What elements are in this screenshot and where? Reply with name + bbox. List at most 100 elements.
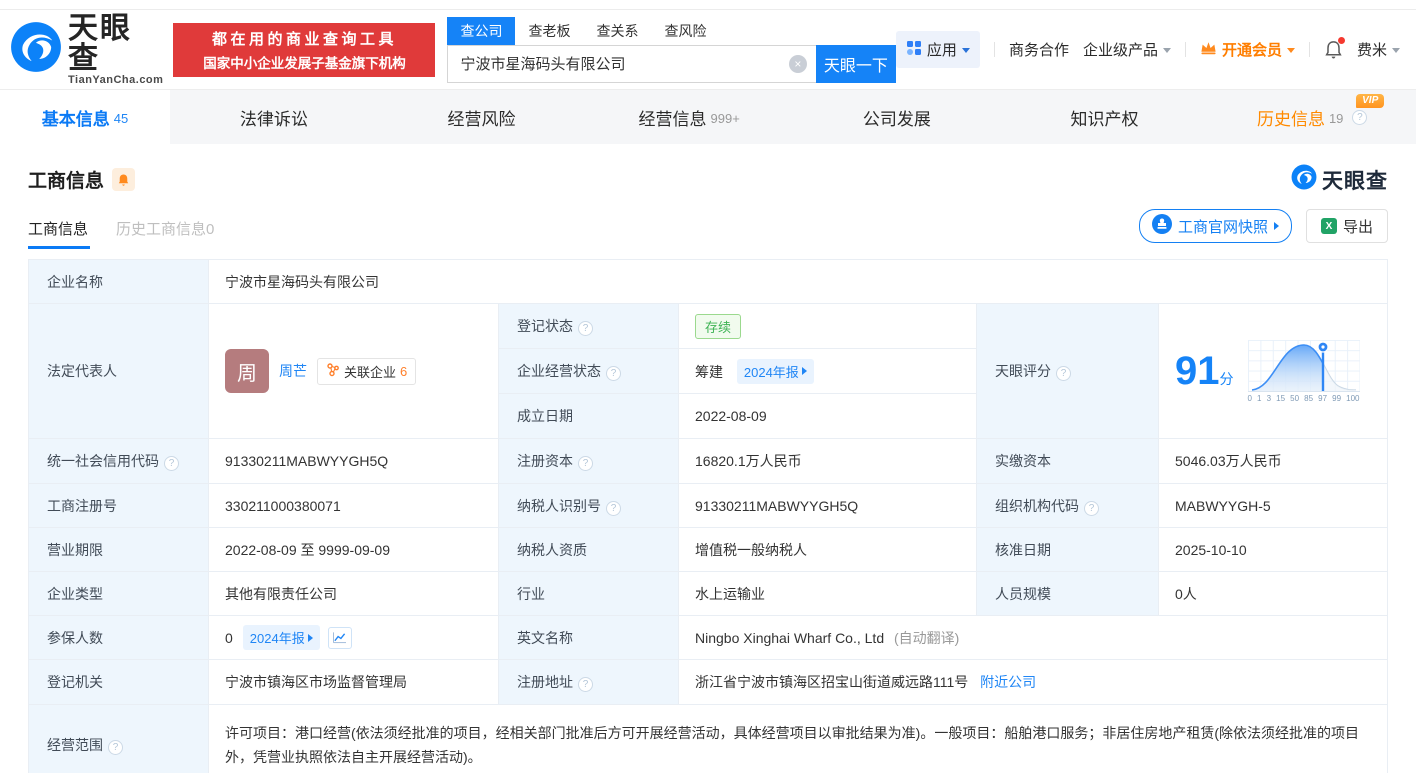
label-text: 天眼评分 bbox=[995, 363, 1051, 379]
insured-count: 0 bbox=[225, 630, 233, 646]
excel-icon: X bbox=[1321, 218, 1337, 234]
company-type-value: 其他有限责任公司 bbox=[209, 572, 499, 616]
op-status-value: 筹建 2024年报 bbox=[679, 349, 977, 394]
address-label: 注册地址? bbox=[499, 660, 679, 705]
address-value: 浙江省宁波市镇海区招宝山街道威远路111号 bbox=[695, 674, 968, 690]
staff-size-value: 0人 bbox=[1159, 572, 1388, 616]
brand-logo-icon bbox=[1291, 164, 1317, 195]
legal-rep-cell: 周 周芒 关联企业 6 bbox=[209, 304, 499, 439]
reg-no-value: 330211000380071 bbox=[209, 484, 499, 528]
help-icon[interactable]: ? bbox=[1056, 366, 1071, 381]
nav-user[interactable]: 费米 bbox=[1357, 39, 1400, 60]
nav-divider bbox=[994, 42, 995, 57]
scope-label: 经营范围? bbox=[29, 705, 209, 773]
tab-company-development[interactable]: 公司发展 bbox=[793, 90, 1001, 144]
en-name-cell: Ningbo Xinghai Wharf Co., Ltd (自动翻译) bbox=[679, 616, 1388, 660]
snapshot-label: 工商官网快照 bbox=[1178, 216, 1268, 237]
nearby-companies-link[interactable]: 附近公司 bbox=[980, 674, 1036, 690]
company-name-value: 宁波市星海码头有限公司 bbox=[209, 260, 1388, 304]
annual-report-badge[interactable]: 2024年报 bbox=[737, 359, 814, 384]
paid-capital-label: 实缴资本 bbox=[977, 439, 1159, 484]
brand-watermark[interactable]: 天眼查 bbox=[1291, 164, 1388, 195]
tab-history-info[interactable]: VIP 历史信息 19 ? bbox=[1208, 90, 1416, 144]
tab-label: 经营信息 bbox=[639, 105, 707, 130]
score-distribution-chart: 0131550859799100 bbox=[1248, 340, 1360, 403]
tab-label: 基本信息 bbox=[42, 105, 110, 130]
uscc-value: 91330211MABWYYGH5Q bbox=[209, 439, 499, 484]
tab-label: 法律诉讼 bbox=[240, 105, 308, 130]
related-companies-badge[interactable]: 关联企业 6 bbox=[317, 358, 416, 385]
op-status-label: 企业经营状态? bbox=[499, 349, 679, 394]
help-icon[interactable]: ? bbox=[578, 321, 593, 336]
help-icon[interactable]: ? bbox=[606, 366, 621, 381]
label-text: 纳税人识别号 bbox=[517, 498, 601, 514]
clear-search-icon[interactable]: × bbox=[789, 55, 807, 73]
search-tab-boss[interactable]: 查老板 bbox=[515, 17, 583, 45]
op-status-text: 筹建 bbox=[695, 364, 723, 380]
search-tab-risk[interactable]: 查风险 bbox=[651, 17, 719, 45]
nav-divider bbox=[1185, 42, 1186, 57]
business-info-table: 企业名称 宁波市星海码头有限公司 法定代表人 周 周芒 关联企业 6 登记状态?… bbox=[28, 259, 1388, 773]
notification-dot bbox=[1338, 37, 1345, 44]
tab-basic-info[interactable]: 基本信息 45 bbox=[0, 90, 170, 144]
taxpayer-quality-label: 纳税人资质 bbox=[499, 528, 679, 572]
help-icon[interactable]: ? bbox=[1352, 110, 1367, 125]
nav-vip[interactable]: 开通会员 bbox=[1200, 39, 1295, 60]
help-icon[interactable]: ? bbox=[606, 501, 621, 516]
tab-intellectual-property[interactable]: 知识产权 bbox=[1001, 90, 1209, 144]
subtab-row: 工商信息 历史工商信息0 工商官网快照 X 导出 bbox=[0, 195, 1416, 249]
reg-status-value: 存续 bbox=[679, 304, 977, 349]
trend-chart-icon[interactable] bbox=[328, 627, 352, 649]
reg-no-label: 工商注册号 bbox=[29, 484, 209, 528]
industry-value: 水上运输业 bbox=[679, 572, 977, 616]
arrow-right-icon bbox=[802, 367, 807, 375]
uscc-label: 统一社会信用代码? bbox=[29, 439, 209, 484]
tab-label: 公司发展 bbox=[863, 105, 931, 130]
subtab-history-business-info[interactable]: 历史工商信息0 bbox=[116, 218, 214, 249]
tianyancha-logo-icon bbox=[10, 21, 62, 78]
org-graph-icon bbox=[326, 363, 340, 380]
legal-rep-link[interactable]: 周芒 bbox=[279, 361, 307, 381]
nav-cooperation[interactable]: 商务合作 bbox=[1009, 39, 1069, 60]
term-label: 营业期限 bbox=[29, 528, 209, 572]
tab-business-info[interactable]: 经营信息 999+ bbox=[585, 90, 793, 144]
legal-rep-avatar[interactable]: 周 bbox=[225, 349, 269, 393]
tab-label: 知识产权 bbox=[1071, 105, 1139, 130]
subscribe-bell-icon[interactable] bbox=[112, 168, 135, 191]
annual-report-badge[interactable]: 2024年报 bbox=[243, 625, 320, 650]
promo-line1: 都在用的商业查询工具 bbox=[181, 28, 427, 49]
annual-report-label: 2024年报 bbox=[250, 628, 305, 647]
tab-legal[interactable]: 法律诉讼 bbox=[170, 90, 378, 144]
search-tab-company[interactable]: 查公司 bbox=[447, 17, 515, 45]
label-text: 组织机构代码 bbox=[995, 498, 1079, 514]
help-icon[interactable]: ? bbox=[1084, 501, 1099, 516]
help-icon[interactable]: ? bbox=[108, 740, 123, 755]
nav-apps[interactable]: 应用 bbox=[896, 31, 980, 68]
help-icon[interactable]: ? bbox=[578, 677, 593, 692]
export-button[interactable]: X 导出 bbox=[1306, 209, 1388, 243]
reg-capital-label: 注册资本? bbox=[499, 439, 679, 484]
en-name-value: Ningbo Xinghai Wharf Co., Ltd bbox=[695, 630, 884, 646]
subtab-business-info[interactable]: 工商信息 bbox=[28, 218, 88, 249]
tianyancha-logo[interactable]: 天眼查 TianYanCha.com bbox=[10, 14, 163, 86]
chevron-down-icon bbox=[1392, 48, 1400, 53]
related-label: 关联企业 bbox=[344, 362, 396, 381]
logo-title: 天眼查 bbox=[68, 14, 163, 74]
arrow-right-icon bbox=[308, 634, 313, 642]
official-snapshot-button[interactable]: 工商官网快照 bbox=[1139, 209, 1292, 243]
tab-operating-risk[interactable]: 经营风险 bbox=[378, 90, 586, 144]
company-name-label: 企业名称 bbox=[29, 260, 209, 304]
search-input[interactable] bbox=[448, 55, 815, 72]
chevron-down-icon bbox=[1163, 48, 1171, 53]
notification-bell[interactable] bbox=[1324, 40, 1343, 60]
search-area: 查公司 查老板 查关系 查风险 × 天眼一下 bbox=[447, 17, 895, 83]
search-button[interactable]: 天眼一下 bbox=[816, 45, 896, 83]
nav-enterprise[interactable]: 企业级产品 bbox=[1083, 39, 1171, 60]
score-cell: 91分 bbox=[1159, 304, 1388, 439]
company-type-label: 企业类型 bbox=[29, 572, 209, 616]
help-icon[interactable]: ? bbox=[578, 456, 593, 471]
help-icon[interactable]: ? bbox=[164, 456, 179, 471]
established-value: 2022-08-09 bbox=[679, 394, 977, 439]
search-tab-relation[interactable]: 查关系 bbox=[583, 17, 651, 45]
score-unit: 分 bbox=[1220, 371, 1234, 387]
